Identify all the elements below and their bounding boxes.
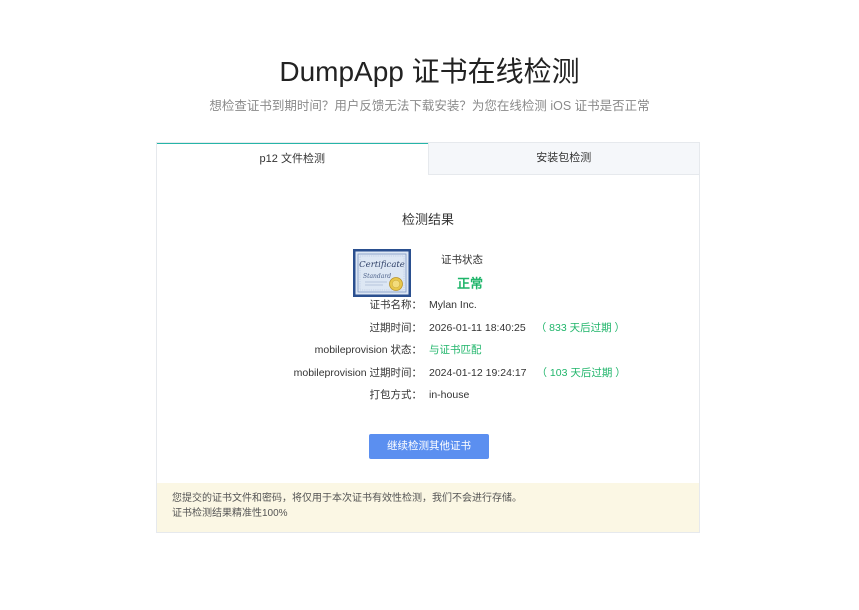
info-value: 2026-01-11 18:40:25	[429, 322, 526, 334]
info-value: 2024-01-12 19:24:17	[429, 367, 527, 379]
svg-text:Certificate: Certificate	[359, 260, 405, 270]
info-label: 证书名称：	[369, 299, 423, 311]
tab-bar: p12 文件检测 安装包检测	[157, 143, 699, 175]
info-value-wrap: 2026-01-11 18:40:25 （ 833 天后过期 ）	[429, 320, 625, 336]
certificate-status-value: 正常	[457, 276, 484, 291]
info-label: mobileprovision 状态：	[314, 344, 422, 356]
info-row-packaging-method: 打包方式： in-house	[157, 387, 699, 403]
info-value: Mylan Inc.	[429, 299, 477, 311]
info-row-mobileprovision-expiry: mobileprovision 过期时间： 2024-01-12 19:24:1…	[157, 365, 699, 381]
info-value: in-house	[429, 389, 470, 401]
info-label: mobileprovision 过期时间：	[293, 367, 422, 379]
info-value-wrap: 2024-01-12 19:24:17 （ 103 天后过期 ）	[429, 365, 626, 381]
expiry-countdown-note: （ 103 天后过期 ）	[536, 367, 626, 379]
page-subtitle: 想检查证书到期时间？用户反馈无法下载安装？为您在线检测 iOS 证书是否正常	[209, 99, 650, 113]
info-row-certificate-name: 证书名称： Mylan Inc.	[157, 297, 699, 313]
info-value: 与证书匹配	[429, 344, 482, 356]
continue-check-button[interactable]: 继续检测其他证书	[369, 434, 489, 459]
info-row-mobileprovision-status: mobileprovision 状态： 与证书匹配	[157, 342, 699, 358]
info-row-expiry-time: 过期时间： 2026-01-11 18:40:25 （ 833 天后过期 ）	[157, 320, 699, 336]
tab-package-check[interactable]: 安装包检测	[427, 143, 699, 175]
certificate-status-label: 证书状态	[441, 254, 483, 266]
result-title: 检测结果	[401, 212, 454, 227]
page-title: DumpApp 证书在线检测	[279, 56, 580, 87]
svg-text:Standard: Standard	[363, 273, 391, 280]
expiry-countdown-note: （ 833 天后过期 ）	[535, 322, 626, 334]
check-panel: p12 文件检测 安装包检测 检测结果 Certificate Standard…	[156, 142, 700, 533]
privacy-notice: 您提交的证书文件和密码，将仅用于本次证书有效性检测，我们不会进行存储。 证书检测…	[157, 483, 699, 532]
certificate-image: Certificate Standard	[353, 249, 411, 297]
info-label: 打包方式：	[369, 389, 423, 401]
tab-p12-file-check[interactable]: p12 文件检测	[157, 143, 428, 175]
info-label: 过期时间：	[369, 322, 423, 334]
notice-line: 您提交的证书文件和密码，将仅用于本次证书有效性检测，我们不会进行存储。	[172, 493, 522, 504]
notice-line: 证书检测结果精准性100%	[172, 508, 288, 519]
